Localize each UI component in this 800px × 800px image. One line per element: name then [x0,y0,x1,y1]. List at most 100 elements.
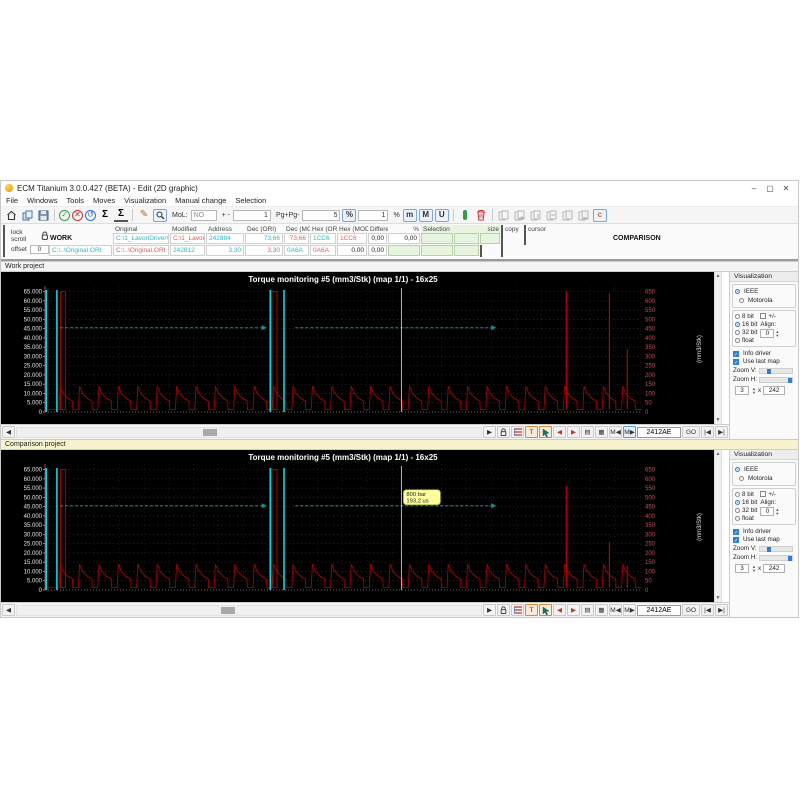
sign-checkbox[interactable]: +/- [760,313,776,320]
work-hex-mod[interactable]: 1CC6 [337,233,367,244]
comparison-modified[interactable]: C:\..\Original.ORI [113,245,169,256]
scroll-left-icon[interactable]: ◀ [2,426,15,438]
close-icon[interactable]: ✕ [778,184,794,193]
spinner-arrows-icon[interactable]: ▲ ▼ [775,329,779,338]
percent-field[interactable]: 1 [358,209,389,221]
text-tool-button[interactable]: T [525,604,538,616]
sigma-icon[interactable]: Σ [98,208,112,222]
scroll-up-icon[interactable]: ▲ [716,273,721,279]
work-selection-start[interactable] [421,233,453,244]
scroll-up-icon[interactable]: ▲ [716,451,721,457]
offset-field[interactable]: 0 [29,244,49,254]
scroll-right-icon[interactable]: ▶ [483,426,496,438]
zoom-v-slider[interactable] [758,545,793,552]
grid-view-button[interactable]: ▦ [595,604,608,616]
first-map-button[interactable]: |◀ [701,604,714,616]
work-selection-end[interactable] [454,233,479,244]
menu-moves[interactable]: Moves [93,196,115,205]
undo-icon[interactable]: ↺ [85,209,96,221]
info-driver-checkbox[interactable]: ✓ Info driver [733,528,798,536]
padlock-icon[interactable] [41,231,49,241]
hscroll-thumb[interactable] [221,606,236,614]
pencil-icon[interactable]: ✎ [137,208,151,222]
ieee-radio[interactable]: IEEE [735,466,758,473]
radio-16-bit[interactable]: 16 bit [735,321,757,328]
menu-manual-change[interactable]: Manual change [175,196,226,205]
radio-8-bit[interactable]: 8 bit [735,491,757,498]
use-last-map-checkbox[interactable]: ✓ Use last map [733,536,798,544]
page-field[interactable]: 5 [302,209,341,221]
mol-field[interactable]: NO [190,209,217,221]
slider-thumb[interactable] [788,555,793,561]
copy-down-icon[interactable] [529,208,543,222]
copy-map-icon[interactable] [545,208,559,222]
table-view-button[interactable]: ▤ [581,604,594,616]
copy-pages-icon[interactable] [20,208,34,222]
lock-button[interactable] [497,426,510,438]
work-dec-mod[interactable]: 73,66 [284,233,309,244]
scroll-down-icon[interactable]: ▼ [716,595,721,601]
confirm-icon[interactable]: ✓ [59,209,70,221]
pointer-tool-button[interactable] [539,604,552,616]
address-field[interactable]: 2412AE [637,604,681,616]
unit-button[interactable]: U [434,208,449,222]
step-back-button[interactable]: ◀ [553,604,566,616]
pointer-tool-button[interactable] [539,426,552,438]
map-next-button[interactable]: M▶ [623,604,636,616]
comparison-hex-mod[interactable]: 0A6A [310,245,336,256]
last-map-button[interactable]: ▶| [715,426,728,438]
ieee-radio[interactable]: IEEE [735,288,758,295]
menu-file[interactable]: File [6,196,18,205]
step-field[interactable]: 1 [232,209,271,221]
save-icon[interactable] [36,208,50,222]
comparison-selection-end[interactable] [421,245,453,256]
map-next-button[interactable]: M▶ [623,426,636,438]
menu-selection[interactable]: Selection [235,196,266,205]
menu-tools[interactable]: Tools [67,196,85,205]
chart-hscrollbar[interactable] [16,426,482,438]
percent-button[interactable]: % [342,208,357,222]
work-selection-size[interactable] [480,233,500,244]
slider-thumb[interactable] [766,368,771,374]
zoom-width-field[interactable]: 242 [763,564,786,573]
radio-32-bit[interactable]: 32 bit [735,507,757,514]
work-dec-ori[interactable]: 73,66 [245,233,283,244]
zoom-h-slider[interactable] [759,554,794,561]
align-field[interactable]: 0 [760,329,775,338]
comparison-original[interactable]: C:\..\Original.ORI [49,245,112,256]
zoom-step-field[interactable]: 3 [735,564,749,573]
table-view-button[interactable]: ▤ [581,426,594,438]
sigma-total-icon[interactable]: Σ [114,208,128,222]
hscroll-thumb[interactable] [202,428,217,436]
radio-float[interactable]: float [735,337,757,344]
spinner-arrows-icon[interactable]: ▲ ▼ [775,507,779,516]
work-original[interactable]: C:\1_LavoriDriver\OR [113,233,169,244]
first-map-button[interactable]: |◀ [701,426,714,438]
map-prev-button[interactable]: M◀ [609,604,622,616]
home-icon[interactable] [4,208,18,222]
chart-hscrollbar[interactable] [16,604,482,616]
go-button[interactable]: GO [682,604,700,616]
work-hex-ori[interactable]: 1CC6 [310,233,336,244]
comparison-dec-mod[interactable]: 3,30 [245,245,283,256]
scroll-right-icon[interactable]: ▶ [483,604,496,616]
maximize-icon[interactable]: ▢ [762,184,778,193]
work-address[interactable]: 242884 [206,233,244,244]
menu-windows[interactable]: Windows [27,196,57,205]
spinner-arrows-icon[interactable]: ▲ ▼ [752,564,756,573]
list-view-button[interactable] [511,426,524,438]
comparison-address[interactable]: 242812 [170,245,205,256]
scroll-down-icon[interactable]: ▼ [716,417,721,423]
radio-float[interactable]: float [735,515,757,522]
comparison-selection-start[interactable] [388,245,420,256]
comparison-hex-ori[interactable]: 0A6A [284,245,309,256]
chart-svg[interactable]: Torque monitoring #5 (mm3/Stk) (map 1/1)… [1,450,714,602]
text-tool-button[interactable]: T [525,426,538,438]
comparison-dec-ori[interactable]: 3,30 [206,245,244,256]
grid-view-button[interactable]: ▦ [595,426,608,438]
max-button[interactable]: M [418,208,433,222]
magnifier-icon[interactable] [153,208,167,222]
zoom-h-slider[interactable] [759,376,794,383]
minimize-icon[interactable]: – [746,184,762,193]
step-forward-button[interactable]: ▶ [567,426,580,438]
